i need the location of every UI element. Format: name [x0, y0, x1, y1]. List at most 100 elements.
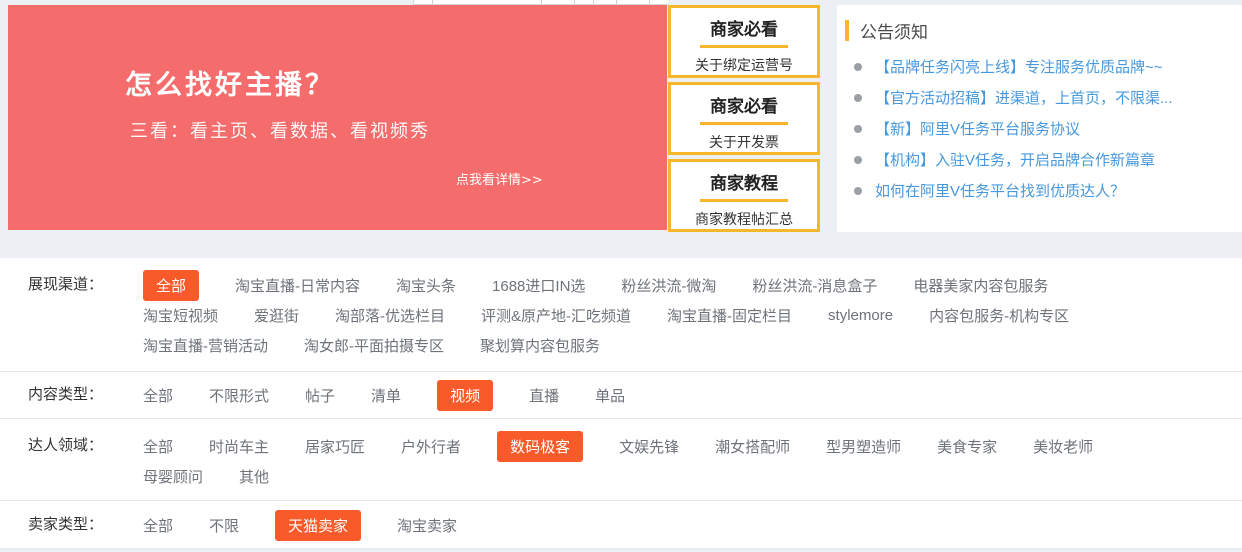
- announcement-item[interactable]: 【新】阿里V任务平台服务协议: [845, 113, 1242, 144]
- filter-row-seller: 卖家类型： 全部 不限 天猫卖家 淘宝卖家: [0, 501, 1242, 549]
- filter-options-line: 全部 不限形式 帖子 清单 视频 直播 单品: [133, 380, 625, 410]
- filter-option[interactable]: 潮女搭配师: [715, 436, 790, 457]
- announcement-accent-bar: [845, 20, 849, 41]
- notice-cards: 商家必看关于绑定运营号商家必看关于开发票商家教程商家教程帖汇总: [668, 5, 820, 232]
- filter-options-line: 淘宝短视频 爱逛街 淘部落-优选栏目 评测&原产地-汇吃频道 淘宝直播-固定栏目 styl…: [133, 300, 1069, 330]
- filter-option[interactable]: 不限: [209, 515, 239, 536]
- filter-label: 卖家类型：: [0, 510, 133, 540]
- announcement-link[interactable]: 【品牌任务闪亮上线】专注服务优质品牌~~: [875, 56, 1163, 77]
- announcement-panel: 公告须知 【品牌任务闪亮上线】专注服务优质品牌~~【官方活动招稿】进渠道，上首页…: [837, 5, 1242, 232]
- filter-option-selected[interactable]: 数码极客: [497, 431, 583, 462]
- filter-option[interactable]: 其他: [239, 466, 269, 487]
- filter-label: 内容类型：: [0, 380, 133, 410]
- filter-option[interactable]: 淘宝直播-营销活动: [143, 335, 268, 356]
- filter-option[interactable]: 全部: [143, 515, 173, 536]
- filter-option[interactable]: 型男塑造师: [826, 436, 901, 457]
- filter-row-field: 达人领域： 全部 时尚车主 居家巧匠 户外行者 数码极客 文娱先锋 潮女搭配师 型男塑造师 美食专…: [0, 419, 1242, 501]
- filter-options-line: 淘宝直播-营销活动 淘女郎-平面拍摄专区 聚划算内容包服务: [133, 330, 1069, 360]
- announcement-link[interactable]: 【机构】入驻V任务，开启品牌合作新篇章: [875, 149, 1155, 170]
- tab-divider: [574, 0, 575, 4]
- merchant-card[interactable]: 商家必看关于绑定运营号: [668, 5, 820, 78]
- filter-option[interactable]: 单品: [595, 385, 625, 406]
- filter-label: 展现渠道：: [0, 270, 133, 360]
- filter-option[interactable]: 聚划算内容包服务: [480, 335, 600, 356]
- filter-options-line: 全部 淘宝直播-日常内容 淘宝头条 1688进口IN选 粉丝洪流-微淘 粉丝洪流-消息盒子…: [133, 270, 1069, 300]
- filter-options-line: 全部 不限 天猫卖家 淘宝卖家: [133, 510, 457, 540]
- filter-option[interactable]: 淘宝直播-日常内容: [235, 275, 360, 296]
- filter-panel: 展现渠道： 全部 淘宝直播-日常内容 淘宝头条 1688进口IN选 粉丝洪流-微淘 粉丝洪流…: [0, 258, 1242, 549]
- filter-option[interactable]: 粉丝洪流-微淘: [621, 275, 716, 296]
- filter-option[interactable]: 不限形式: [209, 385, 269, 406]
- filter-option[interactable]: 内容包服务-机构专区: [929, 305, 1069, 326]
- card-underline: [700, 199, 788, 202]
- filter-option[interactable]: 全部: [143, 436, 173, 457]
- card-title: 商家必看: [671, 15, 817, 40]
- bullet-icon: [854, 156, 862, 164]
- announcement-item[interactable]: 【官方活动招稿】进渠道，上首页，不限渠...: [845, 82, 1242, 113]
- announcement-link[interactable]: 如何在阿里V任务平台找到优质达人？: [875, 180, 1125, 201]
- bullet-icon: [854, 125, 862, 133]
- tab-divider: [593, 0, 594, 4]
- page: 怎么找好主播？ 三看：看主页、看数据、看视频秀 点我看详情>> 商家必看关于绑定…: [0, 0, 1242, 552]
- announcement-item[interactable]: 如何在阿里V任务平台找到优质达人？: [845, 175, 1242, 206]
- filter-option[interactable]: 文娱先锋: [619, 436, 679, 457]
- filter-options: 全部 不限形式 帖子 清单 视频 直播 单品: [133, 380, 625, 410]
- filter-option[interactable]: 淘宝短视频: [143, 305, 218, 326]
- filter-row-channel: 展现渠道： 全部 淘宝直播-日常内容 淘宝头条 1688进口IN选 粉丝洪流-微淘 粉丝洪流…: [0, 258, 1242, 372]
- filter-option[interactable]: 淘宝头条: [396, 275, 456, 296]
- tab-divider: [649, 0, 650, 4]
- banner-subtitle: 三看：看主页、看数据、看视频秀: [130, 117, 430, 143]
- filter-option[interactable]: 居家巧匠: [305, 436, 365, 457]
- filter-option[interactable]: 直播: [529, 385, 559, 406]
- filter-label: 达人领域：: [0, 431, 133, 491]
- filter-option[interactable]: 电器美家内容包服务: [913, 275, 1048, 296]
- filter-option-selected[interactable]: 视频: [437, 380, 493, 411]
- filter-option[interactable]: 时尚车主: [209, 436, 269, 457]
- filter-option[interactable]: stylemore: [828, 307, 893, 324]
- banner-cta-link[interactable]: 点我看详情>>: [456, 169, 543, 188]
- card-title: 商家必看: [671, 92, 817, 117]
- announcement-link[interactable]: 【新】阿里V任务平台服务协议: [875, 118, 1080, 139]
- announcement-item[interactable]: 【品牌任务闪亮上线】专注服务优质品牌~~: [845, 51, 1242, 82]
- filter-option-selected[interactable]: 全部: [143, 270, 199, 301]
- promo-banner[interactable]: 怎么找好主播？ 三看：看主页、看数据、看视频秀 点我看详情>>: [8, 5, 667, 230]
- filter-option[interactable]: 粉丝洪流-消息盒子: [752, 275, 877, 296]
- filter-options: 全部 不限 天猫卖家 淘宝卖家: [133, 510, 457, 540]
- tab-divider: [616, 0, 617, 4]
- tab-divider: [432, 0, 433, 4]
- card-underline: [700, 45, 788, 48]
- filter-option[interactable]: 母婴顾问: [143, 466, 203, 487]
- card-subtitle: 关于绑定运营号: [671, 55, 817, 75]
- filter-option[interactable]: 清单: [371, 385, 401, 406]
- filter-option[interactable]: 爱逛街: [254, 305, 299, 326]
- card-subtitle: 关于开发票: [671, 132, 817, 152]
- filter-option[interactable]: 全部: [143, 385, 173, 406]
- filter-option[interactable]: 1688进口IN选: [492, 275, 585, 296]
- announcement-item[interactable]: 【机构】入驻V任务，开启品牌合作新篇章: [845, 144, 1242, 175]
- card-title: 商家教程: [671, 169, 817, 194]
- filter-row-content: 内容类型： 全部 不限形式 帖子 清单 视频 直播 单品: [0, 372, 1242, 419]
- card-underline: [700, 122, 788, 125]
- announcement-list: 【品牌任务闪亮上线】专注服务优质品牌~~ 【官方活动招稿】进渠道，上首页，不限渠.…: [845, 51, 1242, 206]
- filter-options: 全部 淘宝直播-日常内容 淘宝头条 1688进口IN选 粉丝洪流-微淘 粉丝洪流-消息盒子…: [133, 270, 1069, 360]
- bullet-icon: [854, 187, 862, 195]
- card-subtitle: 商家教程帖汇总: [671, 209, 817, 229]
- filter-option[interactable]: 户外行者: [401, 436, 461, 457]
- filter-option[interactable]: 美妆老师: [1033, 436, 1093, 457]
- filter-options-line: 母婴顾问 其他: [133, 461, 1093, 491]
- filter-option[interactable]: 美食专家: [937, 436, 997, 457]
- filter-option[interactable]: 帖子: [305, 385, 335, 406]
- filter-option-selected[interactable]: 天猫卖家: [275, 510, 361, 541]
- bullet-icon: [854, 94, 862, 102]
- tab-divider: [541, 0, 542, 4]
- filter-option[interactable]: 淘部落-优选栏目: [335, 305, 445, 326]
- merchant-card[interactable]: 商家必看关于开发票: [668, 82, 820, 155]
- banner-title: 怎么找好主播？: [125, 63, 335, 102]
- merchant-card[interactable]: 商家教程商家教程帖汇总: [668, 159, 820, 232]
- filter-option[interactable]: 淘宝卖家: [397, 515, 457, 536]
- filter-options-line: 全部 时尚车主 居家巧匠 户外行者 数码极客 文娱先锋 潮女搭配师 型男塑造师 美食专家 美妆老师: [133, 431, 1093, 461]
- announcement-link[interactable]: 【官方活动招稿】进渠道，上首页，不限渠...: [875, 87, 1173, 108]
- filter-option[interactable]: 淘宝直播-固定栏目: [667, 305, 792, 326]
- filter-option[interactable]: 淘女郎-平面拍摄专区: [304, 335, 444, 356]
- filter-option[interactable]: 评测&原产地-汇吃频道: [481, 305, 631, 326]
